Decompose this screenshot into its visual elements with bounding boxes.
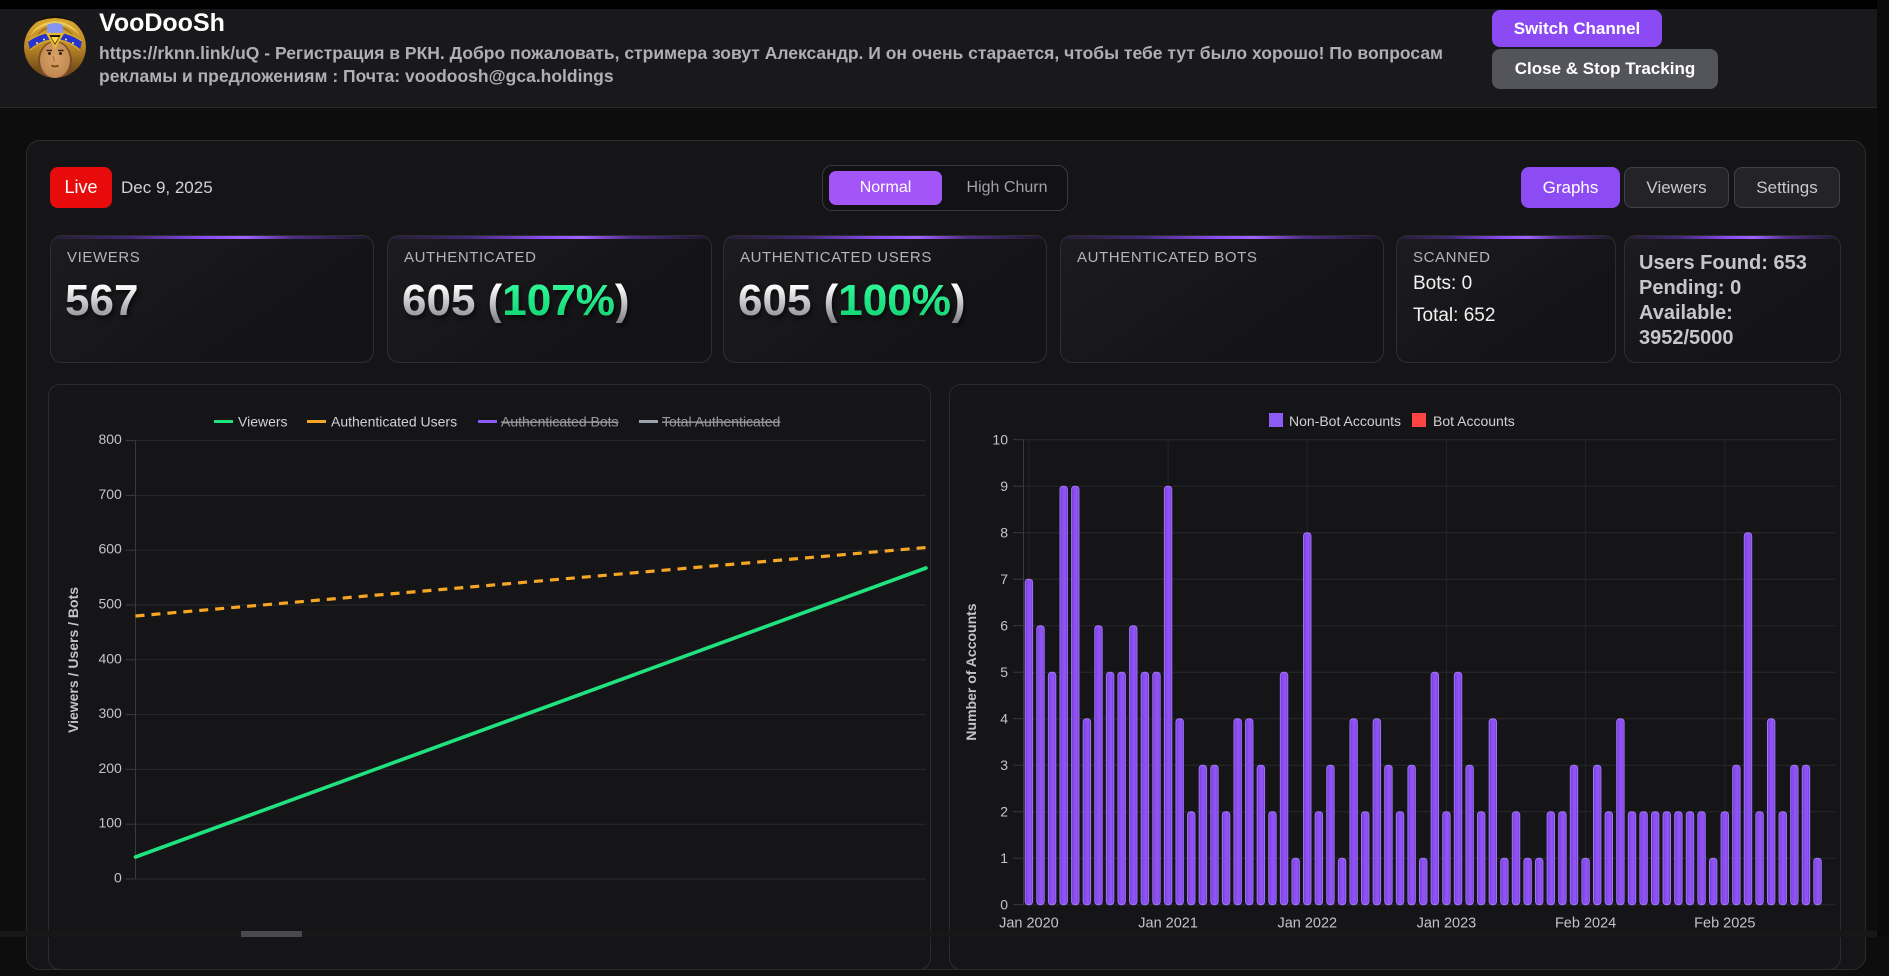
svg-text:7: 7 (1000, 571, 1008, 587)
svg-text:5: 5 (1000, 664, 1008, 680)
svg-text:2: 2 (1000, 804, 1008, 820)
svg-text:Jan 2021: Jan 2021 (1138, 916, 1198, 932)
svg-text:6: 6 (1000, 618, 1008, 634)
svg-text:500: 500 (98, 596, 122, 612)
svg-text:700: 700 (98, 486, 122, 502)
svg-text:9: 9 (1000, 478, 1008, 494)
svg-text:400: 400 (98, 650, 122, 666)
svg-text:Authenticated Users: Authenticated Users (331, 414, 457, 430)
svg-text:Total Authenticated: Total Authenticated (662, 414, 780, 430)
svg-text:0: 0 (114, 870, 122, 886)
svg-text:Viewers / Users / Bots: Viewers / Users / Bots (65, 587, 81, 733)
svg-text:Bot Accounts: Bot Accounts (1433, 413, 1515, 429)
svg-text:800: 800 (98, 431, 122, 447)
svg-text:Number of Accounts: Number of Accounts (963, 603, 979, 740)
svg-text:300: 300 (98, 705, 122, 721)
svg-text:200: 200 (98, 760, 122, 776)
svg-text:Jan 2020: Jan 2020 (999, 916, 1059, 932)
svg-text:Authenticated Bots: Authenticated Bots (501, 414, 619, 430)
svg-text:0: 0 (1000, 897, 1008, 913)
svg-text:4: 4 (1000, 711, 1008, 727)
svg-text:3: 3 (1000, 757, 1008, 773)
svg-text:Jan 2022: Jan 2022 (1277, 916, 1337, 932)
svg-text:10: 10 (992, 432, 1008, 448)
svg-text:Jan 2023: Jan 2023 (1417, 916, 1477, 932)
svg-text:Non-Bot Accounts: Non-Bot Accounts (1289, 413, 1401, 429)
svg-text:100: 100 (98, 815, 122, 831)
svg-text:Feb 2025: Feb 2025 (1694, 916, 1755, 932)
svg-text:Feb 2024: Feb 2024 (1555, 916, 1616, 932)
svg-text:Viewers: Viewers (238, 414, 288, 430)
svg-text:600: 600 (98, 541, 122, 557)
svg-text:8: 8 (1000, 525, 1008, 541)
svg-text:1: 1 (1000, 850, 1008, 866)
